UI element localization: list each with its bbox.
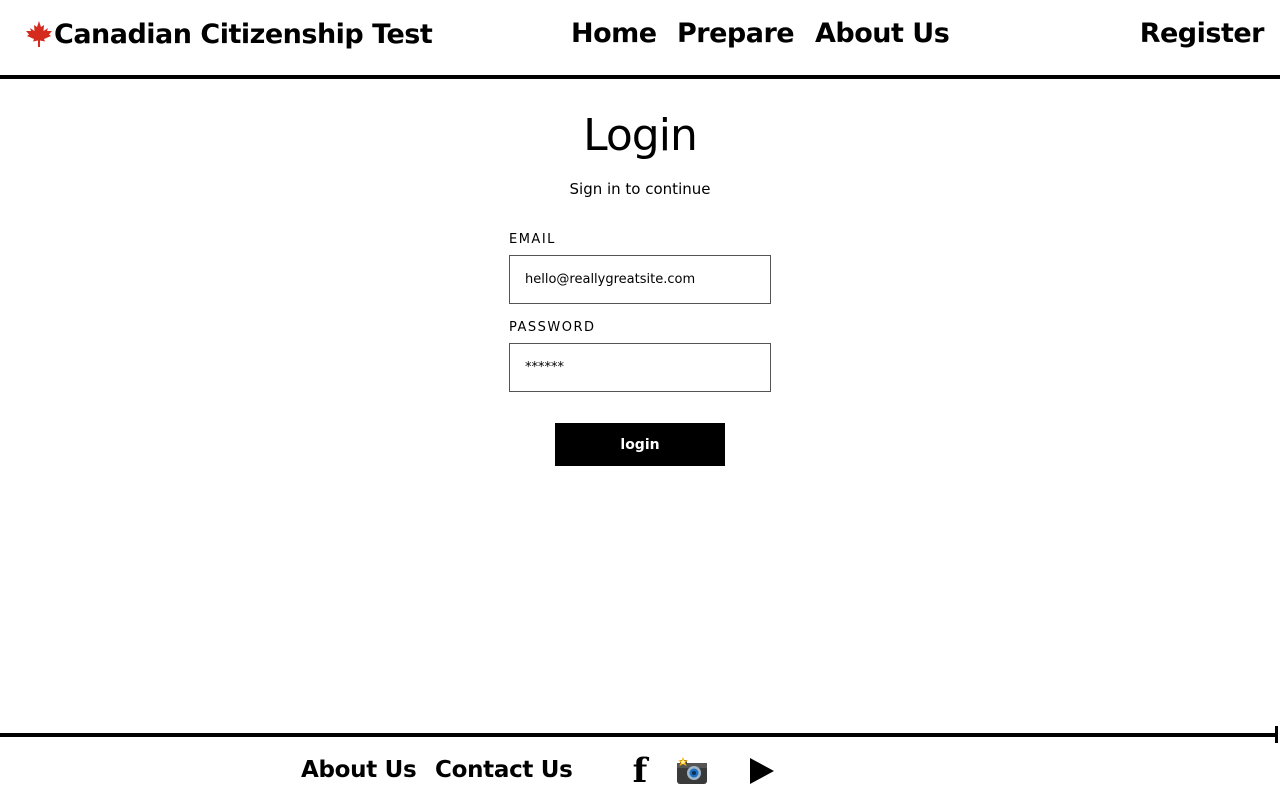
email-label: EMAIL [509, 232, 556, 247]
facebook-icon[interactable]: f [626, 751, 654, 791]
page-subtitle: Sign in to continue [569, 180, 711, 198]
nav-prepare[interactable]: Prepare [677, 14, 795, 54]
password-label: PASSWORD [509, 320, 596, 335]
nav-register[interactable]: Register [1140, 14, 1265, 54]
login-button[interactable]: login [555, 423, 725, 466]
maple-leaf-icon [24, 19, 54, 49]
brand[interactable]: Canadian Citizenship Test [24, 14, 433, 54]
instagram-camera-icon[interactable] [675, 752, 709, 790]
page-title: Login [583, 110, 698, 161]
email-field[interactable] [509, 255, 771, 304]
site-header: Canadian Citizenship Test Home Prepare A… [0, 0, 1280, 80]
header-divider [0, 75, 1280, 79]
brand-title: Canadian Citizenship Test [54, 18, 433, 50]
footer-contact-us-link[interactable]: Contact Us [435, 752, 573, 788]
footer-about-us-link[interactable]: About Us [301, 752, 417, 788]
nav-home[interactable]: Home [571, 14, 657, 54]
footer-divider-cap [1275, 726, 1278, 743]
footer-divider [0, 733, 1278, 737]
nav-about-us[interactable]: About Us [815, 14, 950, 54]
password-field[interactable] [509, 343, 771, 392]
youtube-play-icon[interactable] [745, 752, 777, 790]
